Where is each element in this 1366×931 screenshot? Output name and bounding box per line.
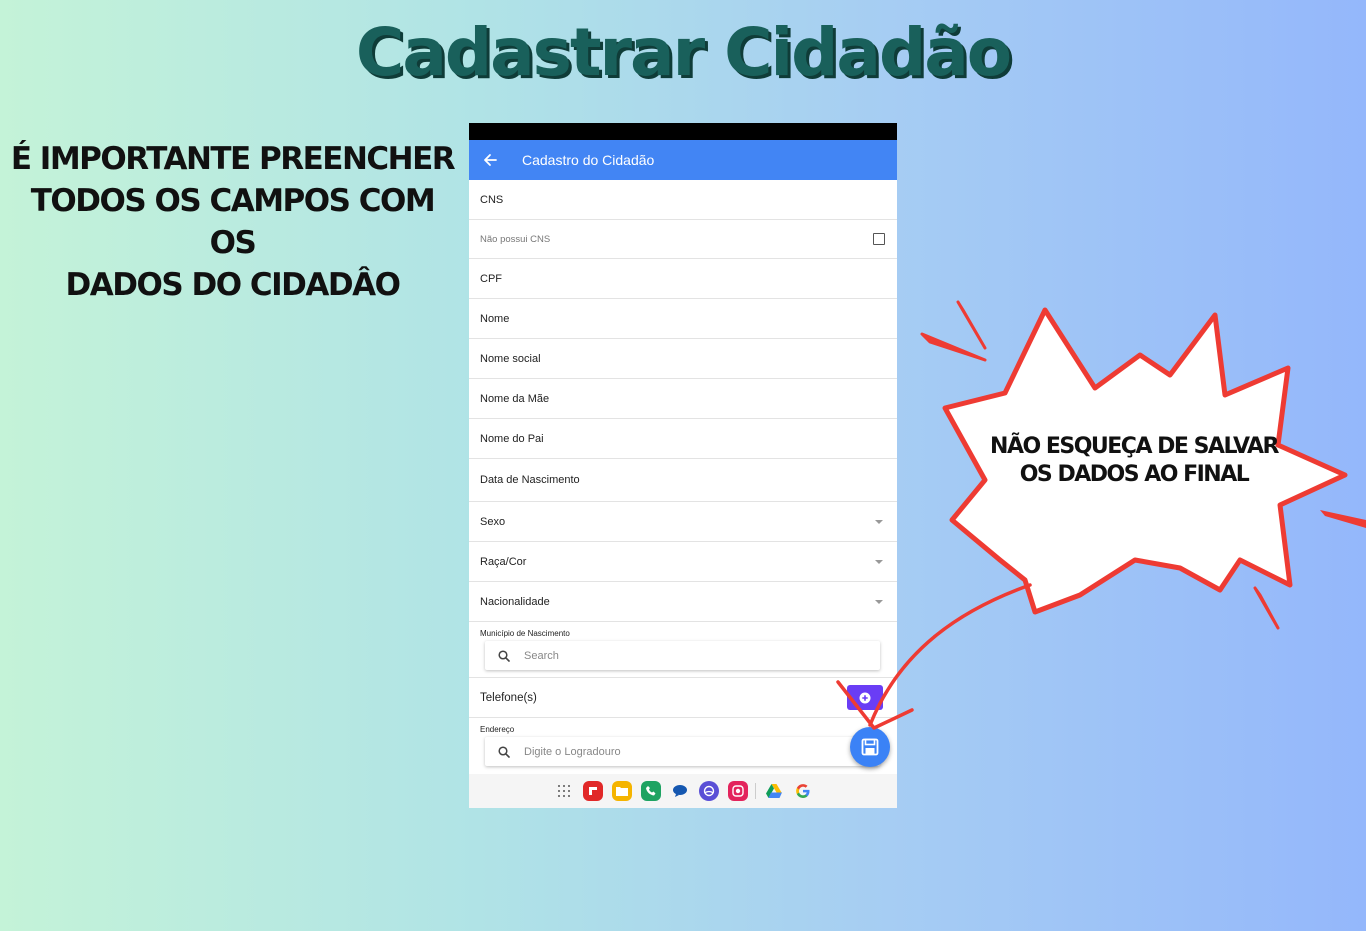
callout-text: NÃO ESQUEÇA DE SALVAR OS DADOS AO FINAL <box>970 433 1298 489</box>
callout-line: OS DADOS AO FINAL <box>1019 462 1250 487</box>
callout-line: NÃO ESQUEÇA DE SALVAR <box>990 434 1279 459</box>
